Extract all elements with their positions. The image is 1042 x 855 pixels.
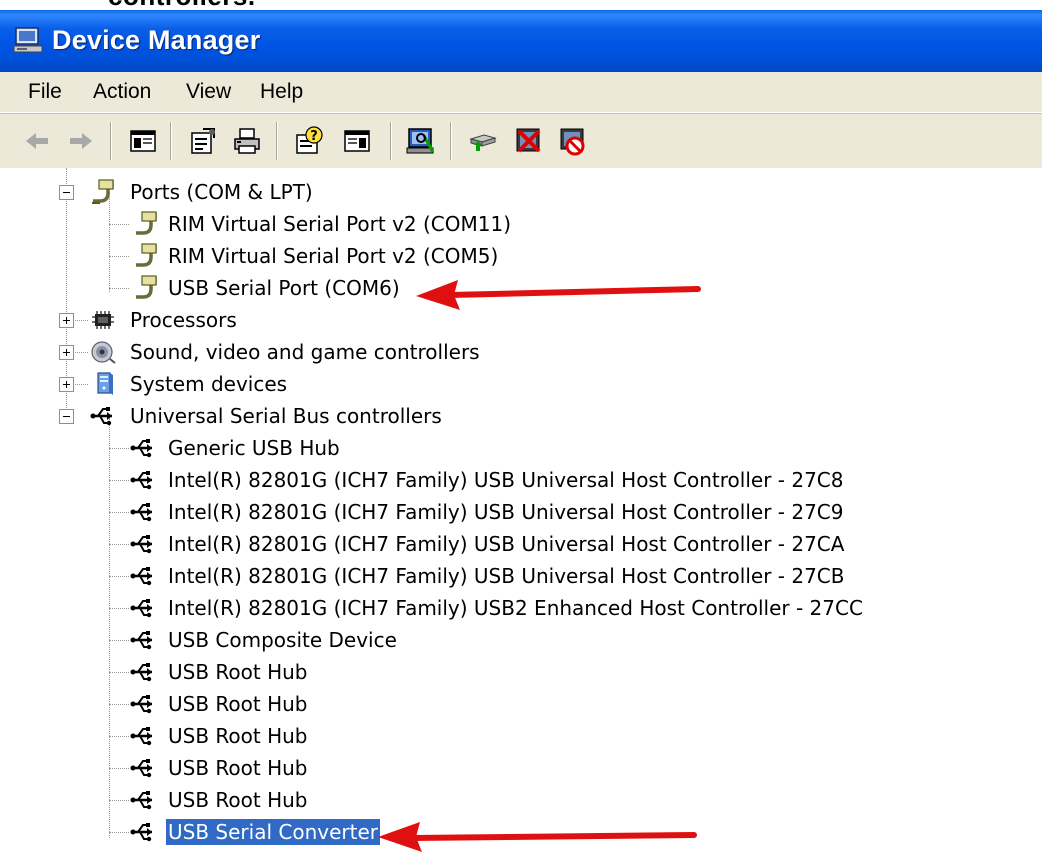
annotation-arrow-icon — [378, 822, 697, 852]
tree-item-label: USB Root Hub — [168, 788, 308, 812]
print-icon[interactable] — [232, 126, 262, 156]
tree-connector — [109, 704, 129, 705]
device-tree: Ports (COM & LPT) RIM Virtual Serial Por… — [0, 168, 1042, 855]
disable-icon[interactable] — [558, 126, 588, 156]
tree-connector — [109, 480, 129, 481]
tree-item-label: RIM Virtual Serial Port v2 (COM11) — [168, 212, 512, 236]
tree-item-label: USB Composite Device — [168, 628, 397, 652]
properties-icon[interactable] — [188, 126, 218, 156]
tree-connector — [109, 448, 129, 449]
tree-item-label: Intel(R) 82801G (ICH7 Family) USB Univer… — [168, 564, 845, 588]
tree-connector — [109, 800, 129, 801]
usb-icon — [130, 819, 156, 845]
tree-item-label: Generic USB Hub — [168, 436, 340, 460]
toolbar-separator — [450, 122, 452, 160]
tree-connector — [72, 320, 88, 321]
tree-node-label: Universal Serial Bus controllers — [130, 404, 442, 428]
serial-port-icon — [133, 275, 159, 301]
tree-item-label: Intel(R) 82801G (ICH7 Family) USB Univer… — [168, 468, 844, 492]
tree-connector — [109, 640, 129, 641]
tree-item-label: USB Root Hub — [168, 660, 308, 684]
tree-item-label: USB Root Hub — [168, 756, 308, 780]
tree-connector — [72, 352, 88, 353]
toolbar-separator — [110, 122, 112, 160]
selected-item-label: USB Serial Converter — [165, 818, 381, 846]
usb-icon — [130, 595, 156, 621]
tree-item-label: RIM Virtual Serial Port v2 (COM5) — [168, 244, 499, 268]
tree-node-label: System devices — [130, 372, 288, 396]
window-title: Device Manager — [52, 25, 261, 55]
tree-connector — [109, 672, 129, 673]
cropped-heading: controllers. — [0, 0, 1042, 10]
forward-icon[interactable] — [66, 126, 96, 156]
speaker-icon — [90, 339, 116, 365]
update-driver-icon[interactable] — [468, 126, 498, 156]
tree-connector — [109, 832, 129, 833]
tree-node-label: Processors — [130, 308, 237, 332]
expand-system-toggle[interactable] — [59, 377, 74, 392]
usb-icon — [130, 531, 156, 557]
tree-connector — [109, 224, 129, 225]
scan-hardware-icon[interactable] — [406, 126, 436, 156]
menu-help[interactable]: Help — [252, 78, 311, 106]
tree-item-label: USB Serial Port (COM6) — [168, 276, 400, 300]
menu-bar: File Action View Help — [0, 72, 1042, 113]
tree-connector — [109, 192, 110, 292]
tree-connector — [109, 256, 129, 257]
device-manager-app-icon — [13, 26, 44, 54]
expand-sound-toggle[interactable] — [59, 345, 74, 360]
serial-port-icon — [90, 179, 116, 205]
tree-item-label: USB Root Hub — [168, 692, 308, 716]
tree-connector — [109, 576, 129, 577]
tree-connector — [109, 544, 129, 545]
usb-icon — [130, 659, 156, 685]
device-manager-window: Device Manager File Action View Help ? P… — [0, 10, 1042, 855]
menu-file[interactable]: File — [20, 78, 70, 106]
system-device-icon — [90, 371, 116, 397]
toolbar: ? — [0, 113, 1042, 169]
usb-icon — [130, 787, 156, 813]
annotation-arrow-icon — [416, 280, 701, 310]
toolbar-separator — [390, 122, 392, 160]
usb-icon — [130, 563, 156, 589]
toolbar-separator — [276, 122, 278, 160]
usb-icon — [130, 499, 156, 525]
show-hide-action-pane-icon[interactable] — [342, 126, 372, 156]
usb-icon — [130, 723, 156, 749]
collapse-ports-toggle[interactable] — [59, 185, 74, 200]
tree-connector — [109, 418, 110, 838]
uninstall-icon[interactable] — [514, 126, 544, 156]
back-icon[interactable] — [22, 126, 52, 156]
tree-node-label: Sound, video and game controllers — [130, 340, 480, 364]
usb-icon — [130, 627, 156, 653]
tree-connector — [109, 512, 129, 513]
help-icon[interactable]: ? — [294, 126, 324, 156]
tree-item-label: USB Root Hub — [168, 724, 308, 748]
tree-item-label: Intel(R) 82801G (ICH7 Family) USB Univer… — [168, 500, 844, 524]
tree-item-label: Intel(R) 82801G (ICH7 Family) USB2 Enhan… — [168, 596, 863, 620]
processor-icon — [90, 307, 116, 333]
usb-icon — [130, 435, 156, 461]
collapse-usb-toggle[interactable] — [59, 409, 74, 424]
usb-icon — [130, 691, 156, 717]
svg-text:?: ? — [310, 129, 318, 144]
expand-processors-toggle[interactable] — [59, 313, 74, 328]
tree-connector — [109, 768, 129, 769]
title-bar[interactable]: Device Manager — [0, 10, 1042, 72]
tree-node-label: Ports (COM & LPT) — [130, 180, 313, 204]
tree-connector — [109, 288, 129, 289]
show-hide-console-tree-icon[interactable] — [128, 126, 158, 156]
tree-connector — [109, 736, 129, 737]
tree-connector — [72, 384, 88, 385]
tree-connector — [109, 608, 129, 609]
usb-icon — [130, 755, 156, 781]
menu-view[interactable]: View — [178, 78, 239, 106]
usb-icon — [90, 403, 116, 429]
usb-icon — [130, 467, 156, 493]
serial-port-icon — [133, 243, 159, 269]
tree-item-label: Intel(R) 82801G (ICH7 Family) USB Univer… — [168, 532, 845, 556]
menu-action[interactable]: Action — [85, 78, 159, 106]
toolbar-separator — [170, 122, 172, 160]
serial-port-icon — [133, 211, 159, 237]
